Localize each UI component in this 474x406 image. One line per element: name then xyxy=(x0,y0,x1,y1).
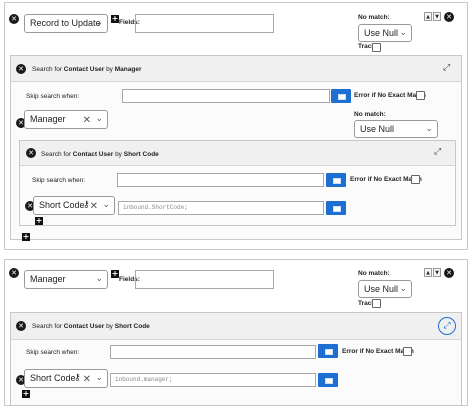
calendar-picker-icon[interactable] xyxy=(331,89,351,103)
search-title: Search for Contact User by Short Code xyxy=(41,151,159,158)
search-field-value: Short Code xyxy=(30,373,76,383)
arrow-down-icon[interactable]: ▼ xyxy=(433,268,441,277)
expand-icon[interactable]: ⤢ xyxy=(434,147,441,157)
remove-block-icon[interactable]: ✕ xyxy=(9,268,19,278)
record-select[interactable]: Record to Update ⌄ xyxy=(24,14,108,33)
search-field-value: Manager xyxy=(30,114,66,124)
add-field-icon[interactable]: + xyxy=(111,15,119,23)
search-field-value: Short Code xyxy=(39,200,85,210)
add-field-icon[interactable]: + xyxy=(111,270,119,278)
expand-icon[interactable]: ⤢ xyxy=(443,63,450,73)
fields-input[interactable] xyxy=(135,270,274,289)
no-match-select[interactable]: Use Null ⌄ xyxy=(358,24,412,42)
clear-icon[interactable]: ✕ xyxy=(90,198,98,214)
search-field-select[interactable]: Manager ✕ ⌄ xyxy=(24,110,108,129)
arrow-up-icon[interactable]: ▲ xyxy=(424,12,432,21)
chevron-down-icon: ⌄ xyxy=(399,28,407,38)
record-select-value: Manager xyxy=(30,274,66,284)
add-row-icon[interactable]: + xyxy=(22,390,30,398)
no-match-value: Use Null xyxy=(364,284,399,294)
no-match-label: No match: xyxy=(358,270,390,277)
chevron-down-icon: ⌄ xyxy=(399,284,407,294)
chevron-down-icon: ⌄ xyxy=(95,18,103,28)
remove-search-icon[interactable]: ✕ xyxy=(26,148,36,158)
add-search-icon[interactable]: + xyxy=(22,233,30,241)
remove-block-icon[interactable]: ✕ xyxy=(9,14,19,24)
key-icon: ⚷ xyxy=(83,200,90,210)
no-match-select[interactable]: Use Null ⌄ xyxy=(354,120,438,138)
record-select[interactable]: Manager ⌄ xyxy=(24,270,108,289)
clear-icon[interactable]: ✕ xyxy=(83,371,91,387)
key-icon: ⚷ xyxy=(74,373,81,383)
no-match-label: No match: xyxy=(354,111,386,118)
expand-icon[interactable]: ⤢ xyxy=(438,317,456,335)
add-row-icon[interactable]: + xyxy=(35,217,43,225)
remove-block-icon-right[interactable]: ✕ xyxy=(444,12,454,22)
search-field-select[interactable]: Short Code ⚷ ✕ ⌄ xyxy=(33,196,115,215)
fields-input[interactable] xyxy=(135,14,274,33)
chevron-down-icon: ⌄ xyxy=(95,373,103,383)
skip-input[interactable] xyxy=(110,345,316,359)
no-match-value: Use Null xyxy=(360,124,395,134)
skip-label: Skip search when: xyxy=(26,349,80,356)
no-match-value: Use Null xyxy=(364,28,399,38)
expression-input[interactable]: inbound.ShortCode; xyxy=(118,201,324,215)
expression-input[interactable]: inbound.manager; xyxy=(110,373,316,387)
record-select-value: Record to Update xyxy=(30,18,101,28)
remove-search-icon[interactable]: ✕ xyxy=(16,64,26,74)
search-field-select[interactable]: Short Code ⚷ ✕ ⌄ xyxy=(24,369,108,388)
error-checkbox[interactable] xyxy=(403,347,412,356)
remove-search-icon[interactable]: ✕ xyxy=(16,321,26,331)
track-checkbox[interactable] xyxy=(372,43,381,52)
arrow-up-icon[interactable]: ▲ xyxy=(424,268,432,277)
error-checkbox[interactable] xyxy=(416,91,425,100)
chevron-down-icon: ⌄ xyxy=(102,200,110,210)
track-checkbox[interactable] xyxy=(372,299,381,308)
skip-input[interactable] xyxy=(122,89,330,103)
skip-label: Skip search when: xyxy=(26,93,80,100)
chevron-down-icon: ⌄ xyxy=(425,124,433,134)
clear-icon[interactable]: ✕ xyxy=(83,112,91,128)
search-title: Search for Contact User by Manager xyxy=(32,66,142,73)
no-match-label: No match: xyxy=(358,14,390,21)
calendar-picker-icon[interactable] xyxy=(326,173,346,187)
error-checkbox[interactable] xyxy=(411,175,420,184)
skip-input[interactable] xyxy=(117,173,324,187)
chevron-down-icon: ⌄ xyxy=(95,274,103,284)
no-match-select[interactable]: Use Null ⌄ xyxy=(358,280,412,298)
calendar-picker-icon[interactable] xyxy=(318,344,338,358)
arrow-down-icon[interactable]: ▼ xyxy=(433,12,441,21)
remove-block-icon-right[interactable]: ✕ xyxy=(444,268,454,278)
chevron-down-icon: ⌄ xyxy=(95,114,103,124)
calendar-picker-icon[interactable] xyxy=(326,201,346,215)
skip-label: Skip search when: xyxy=(32,177,86,184)
search-title: Search for Contact User by Short Code xyxy=(32,323,150,330)
calendar-picker-icon[interactable] xyxy=(318,373,338,387)
